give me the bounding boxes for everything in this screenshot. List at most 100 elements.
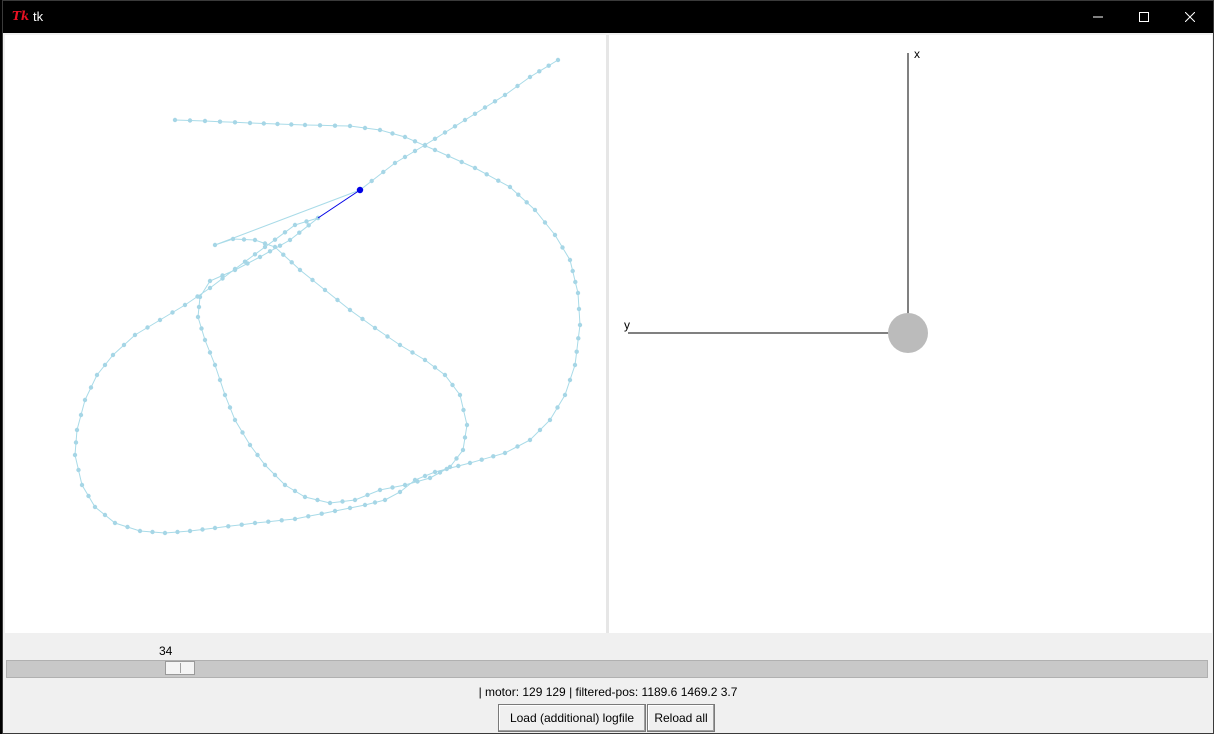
trajectory-point — [239, 522, 244, 527]
trajectory-point — [360, 316, 365, 322]
trajectory-point — [461, 407, 466, 413]
trajectory-canvas[interactable] — [5, 35, 606, 633]
trajectory-point — [137, 528, 143, 534]
trajectory-point — [502, 92, 508, 98]
trajectory-point — [73, 440, 79, 445]
trajectory-point — [459, 159, 464, 165]
trajectory-point — [576, 336, 581, 341]
trajectory-point — [202, 337, 208, 343]
trajectory-point — [319, 511, 324, 516]
trajectory-point — [516, 192, 521, 197]
trajectory-point — [266, 519, 271, 524]
trajectory-point — [281, 252, 286, 257]
trajectory-point — [102, 362, 108, 368]
trajectory-point — [252, 252, 258, 257]
trajectory-point — [76, 467, 81, 473]
trajectory-point — [289, 122, 294, 127]
trajectory-point — [272, 472, 278, 478]
trajectory-point — [262, 462, 268, 468]
trajectory-point — [187, 528, 193, 534]
load-logfile-button[interactable]: Load (additional) logfile — [498, 704, 646, 732]
trajectory-point — [302, 122, 308, 128]
trajectory-point — [212, 242, 218, 248]
trajectory-point — [200, 527, 205, 532]
trajectory-point — [491, 454, 496, 459]
maximize-button[interactable] — [1121, 1, 1167, 33]
trajectory-point — [422, 357, 428, 363]
trajectory-point — [542, 220, 548, 225]
trajectory-point — [402, 134, 408, 140]
y-axis-label: y — [624, 318, 630, 332]
trajectory-point — [315, 497, 320, 503]
trajectory-point — [202, 118, 208, 124]
close-icon — [1185, 12, 1195, 22]
trajectory-point — [94, 372, 100, 378]
trajectory-point — [347, 123, 353, 129]
trajectory-point — [402, 482, 408, 488]
trajectory-point — [412, 148, 418, 154]
reload-all-button[interactable]: Reload all — [647, 704, 715, 732]
trajectory-point — [422, 142, 428, 148]
trajectory-point — [88, 385, 94, 390]
trajectory-point — [252, 237, 258, 243]
trajectory-point — [437, 470, 443, 475]
trajectory-point — [279, 518, 284, 523]
trajectory-point — [507, 184, 513, 190]
trajectory-point — [502, 450, 508, 456]
slider-value: 34 — [159, 644, 173, 658]
time-slider[interactable] — [6, 660, 1208, 678]
trajectory-point — [217, 377, 223, 383]
tk-feather-icon: Tk — [12, 9, 30, 23]
trajectory-point — [369, 178, 374, 184]
trajectory-point — [340, 499, 345, 504]
trajectory-point — [577, 322, 583, 328]
trajectory-point — [230, 236, 236, 242]
trajectory-point — [432, 469, 438, 475]
trajectory-point — [524, 200, 529, 205]
trajectory-point — [199, 326, 204, 331]
trajectory-point — [207, 350, 213, 355]
close-button[interactable] — [1167, 1, 1213, 33]
trajectory-point — [372, 500, 378, 505]
trajectory-point — [576, 306, 582, 312]
trajectory-point — [415, 479, 420, 484]
trajectory-point — [322, 287, 328, 293]
trajectory-point — [261, 121, 266, 126]
trajectory-point — [287, 237, 293, 243]
trajectory-point — [462, 435, 468, 440]
trajectory-point — [372, 325, 378, 331]
trajectory-point — [289, 260, 294, 265]
trajectory-point — [381, 169, 386, 175]
trajectory-point — [462, 117, 468, 123]
trajectory-point — [79, 482, 85, 488]
trajectory-points — [72, 57, 583, 536]
robot-frame-canvas[interactable]: x y — [609, 35, 1212, 633]
trajectory-point — [86, 493, 91, 499]
trajectory-point — [72, 452, 78, 458]
trajectory-point — [232, 267, 238, 273]
trajectory-point — [572, 362, 578, 368]
trajectory-point — [412, 139, 418, 144]
trajectory-point — [306, 514, 311, 519]
trajectory-point — [110, 352, 116, 358]
x-axis-label: x — [914, 47, 920, 61]
minimize-button[interactable] — [1075, 1, 1121, 33]
trajectory-point — [397, 489, 403, 495]
trajectory-point — [232, 417, 238, 423]
slider-grip — [180, 663, 181, 673]
trajectory-point — [172, 117, 178, 123]
trajectory-point — [212, 362, 218, 368]
title-bar[interactable]: Tk tk — [3, 1, 1213, 33]
trajectory-point — [457, 392, 463, 398]
trajectory-point — [427, 475, 433, 481]
trajectory-point — [496, 178, 501, 183]
trajectory-point — [175, 529, 180, 535]
trajectory-point — [532, 207, 538, 213]
trajectory-point — [402, 154, 408, 160]
maximize-icon — [1139, 12, 1149, 22]
trajectory-point — [575, 290, 581, 296]
slider-handle[interactable] — [165, 661, 195, 675]
trajectory-point — [267, 249, 273, 254]
current-position-marker — [356, 186, 364, 194]
trajectory-point — [546, 63, 551, 68]
